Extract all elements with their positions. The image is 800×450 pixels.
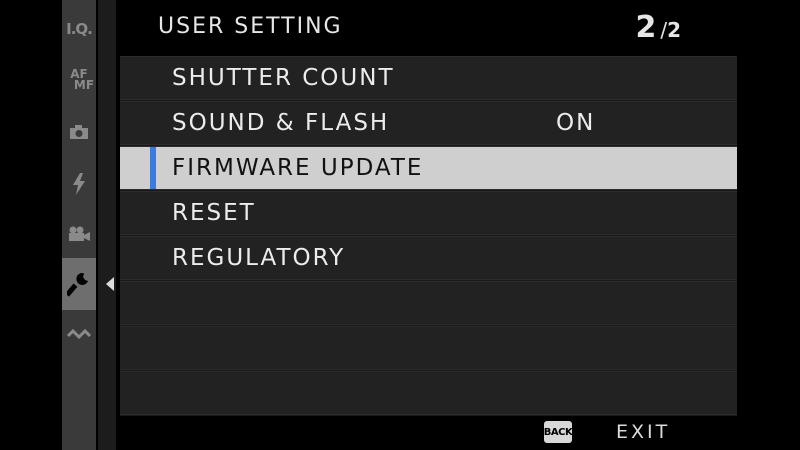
menu-item-value: ON bbox=[556, 110, 596, 136]
flash-glyph bbox=[73, 173, 85, 195]
menu-item-label: FIRMWARE UPDATE bbox=[172, 155, 424, 181]
image-quality-label: I.Q. bbox=[66, 20, 93, 38]
menu-item-label: RESET bbox=[172, 200, 256, 226]
camera-icon[interactable] bbox=[62, 118, 96, 146]
image-quality-icon[interactable]: I.Q. bbox=[62, 14, 96, 44]
menu-item-empty bbox=[120, 281, 737, 325]
af-mf-icon[interactable]: AF MF bbox=[62, 62, 96, 98]
category-sidebar: I.Q. AF MF bbox=[62, 0, 96, 450]
settings-panel: USER SETTING 2/2 SHUTTER COUNT SOUND & F… bbox=[120, 0, 737, 450]
menu-item-empty bbox=[120, 371, 737, 415]
mf-label: MF bbox=[73, 78, 95, 92]
menu-item-firmware-update[interactable]: FIRMWARE UPDATE bbox=[120, 146, 737, 190]
connection-glyph bbox=[67, 328, 91, 340]
panel-footer: BACK EXIT bbox=[120, 416, 737, 450]
menu-list: SHUTTER COUNT SOUND & FLASH ON FIRMWARE … bbox=[120, 56, 737, 415]
menu-item-sound-flash[interactable]: SOUND & FLASH ON bbox=[120, 101, 737, 145]
menu-item-label: REGULATORY bbox=[172, 245, 346, 271]
menu-item-reset[interactable]: RESET bbox=[120, 191, 737, 235]
page-title: USER SETTING bbox=[158, 14, 343, 39]
page-current: 2 bbox=[635, 10, 657, 45]
back-key-icon[interactable]: BACK bbox=[544, 421, 573, 443]
connection-icon[interactable] bbox=[62, 320, 96, 348]
camera-menu-screen: I.Q. AF MF USER SETTING 2 /2 SHUTTER COU… bbox=[0, 0, 800, 450]
sidebar-divider bbox=[98, 0, 116, 450]
menu-item-label: SHUTTER COUNT bbox=[172, 65, 395, 91]
menu-item-empty bbox=[120, 326, 737, 370]
page-indicator: 2/2 bbox=[635, 10, 681, 45]
panel-header: USER SETTING 2/2 bbox=[120, 0, 737, 56]
active-category-pointer bbox=[106, 277, 114, 291]
movie-icon[interactable] bbox=[62, 220, 96, 248]
movie-glyph bbox=[69, 226, 90, 241]
menu-item-regulatory[interactable]: REGULATORY bbox=[120, 236, 737, 280]
exit-label: EXIT bbox=[616, 421, 671, 443]
wrench-icon[interactable] bbox=[62, 258, 96, 310]
menu-item-label: SOUND & FLASH bbox=[172, 110, 390, 136]
page-total: 2 bbox=[667, 18, 681, 42]
menu-item-shutter-count[interactable]: SHUTTER COUNT bbox=[120, 56, 737, 100]
wrench-glyph bbox=[67, 272, 88, 297]
flash-icon[interactable] bbox=[62, 168, 96, 200]
camera-glyph bbox=[70, 125, 88, 139]
